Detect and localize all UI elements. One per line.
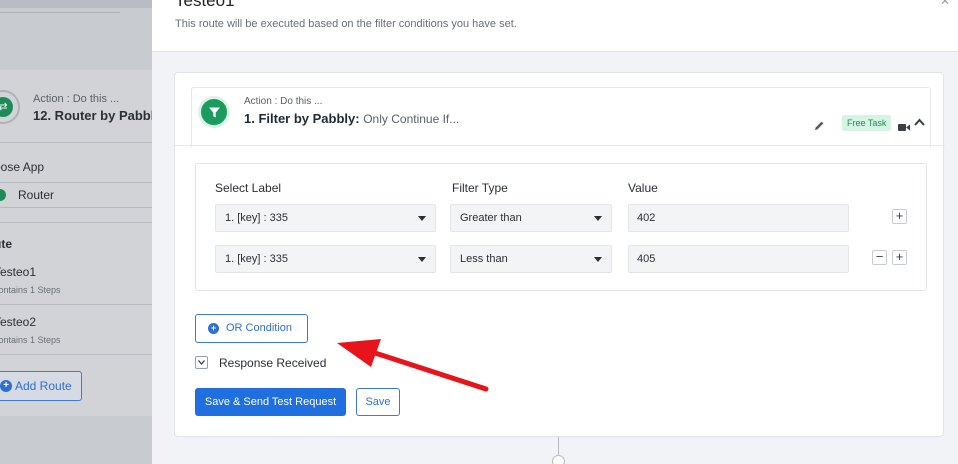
annotation-arrow: [337, 339, 489, 392]
